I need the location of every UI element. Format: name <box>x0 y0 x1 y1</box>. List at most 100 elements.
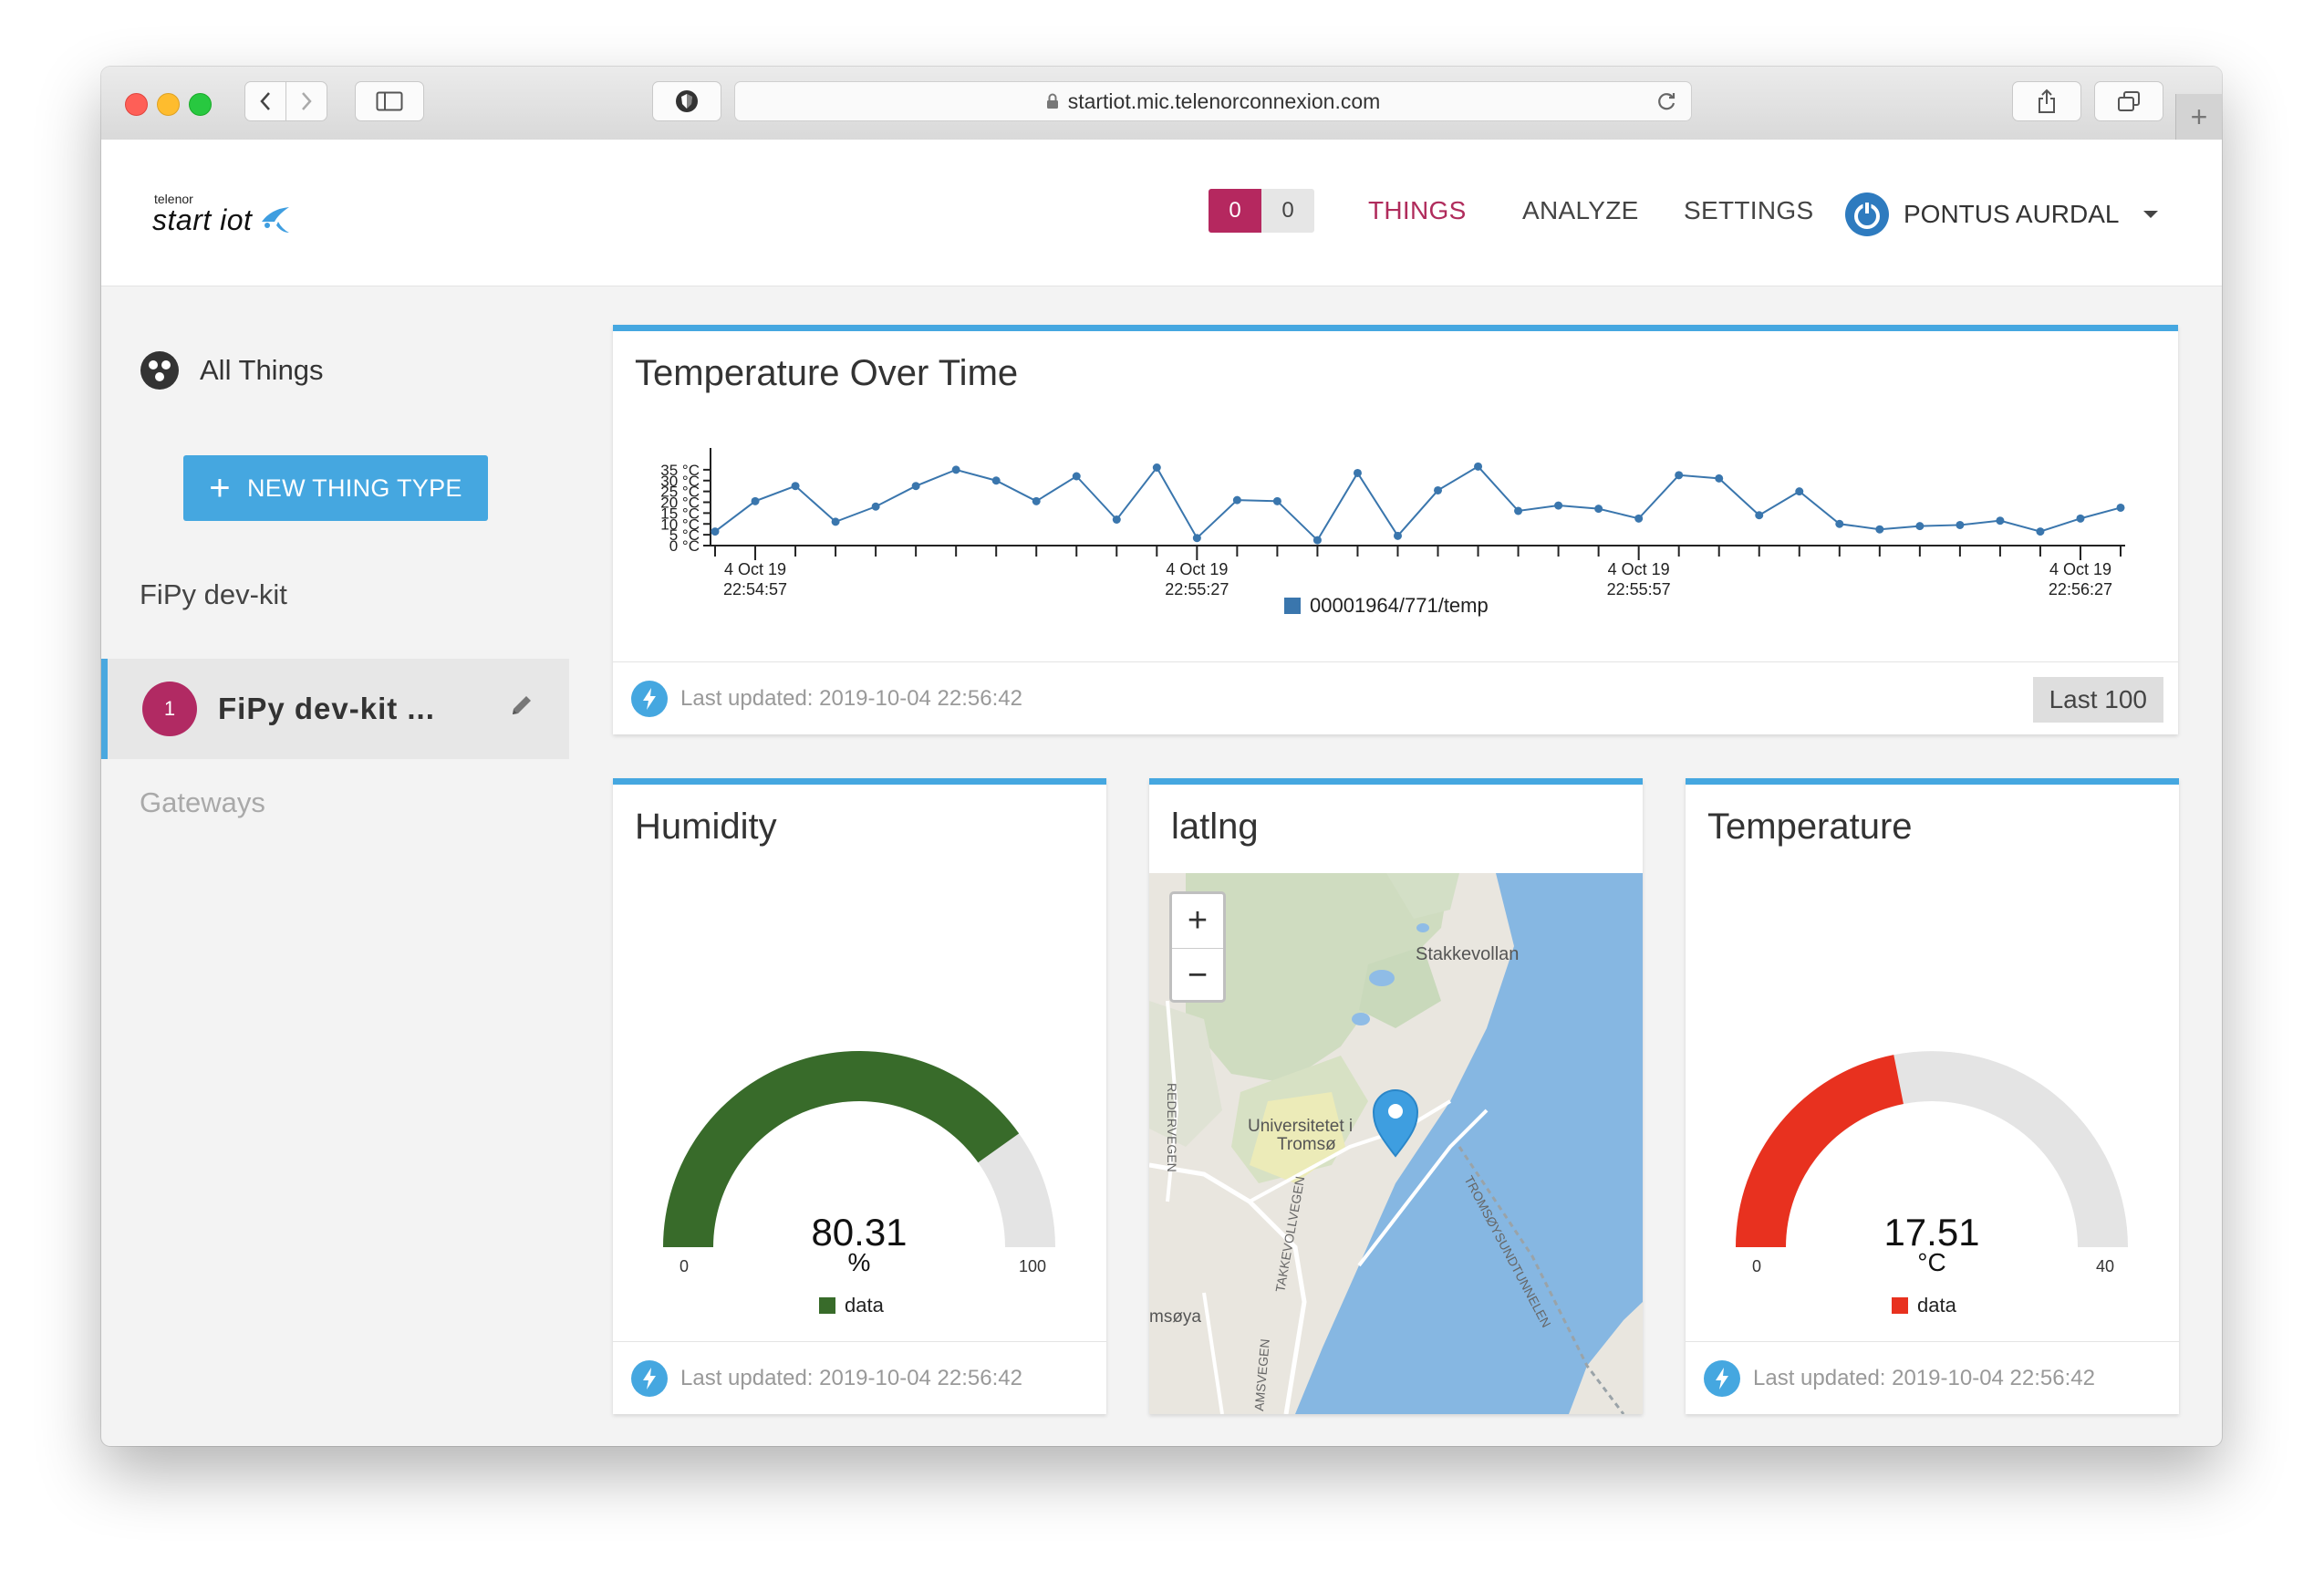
last-updated-text: Last updated: 2019-10-04 22:56:42 <box>680 685 1022 711</box>
chevron-right-icon <box>302 92 312 110</box>
data-point <box>1634 514 1644 523</box>
last-100-button[interactable]: Last 100 <box>2032 677 2163 723</box>
user-menu[interactable]: PONTUS AURDAL <box>1843 191 2160 238</box>
data-point <box>1312 536 1322 545</box>
sidebar-toggle-button[interactable] <box>355 81 424 121</box>
card-title: latlng <box>1171 807 1259 847</box>
nav-analyze[interactable]: ANALYZE <box>1522 196 1639 225</box>
temperature-line-chart[interactable]: 0 °C5 °C10 °C15 °C20 °C25 °C30 °C35 °C4 … <box>613 331 2178 661</box>
x-tick-label-date: 4 Oct 19 <box>724 560 786 578</box>
data-point <box>751 496 760 505</box>
chevron-left-icon <box>260 92 270 110</box>
series-line <box>714 465 2122 542</box>
zoom-in-button[interactable]: + <box>1172 894 1223 949</box>
data-point <box>1875 525 1884 534</box>
privacy-button[interactable] <box>652 81 721 121</box>
all-things-link[interactable]: All Things <box>140 350 324 390</box>
sidebar: All Things + NEW THING TYPE FiPy dev-kit… <box>101 286 576 1446</box>
lock-icon <box>1046 93 1058 109</box>
nav-settings[interactable]: SETTINGS <box>1684 196 1813 225</box>
minimize-window-button[interactable] <box>157 93 180 116</box>
reload-icon[interactable] <box>1655 89 1678 113</box>
pencil-icon[interactable] <box>509 692 534 718</box>
lightning-icon <box>631 680 668 717</box>
data-point <box>1835 519 1844 528</box>
plus-icon: + <box>2190 99 2208 133</box>
browser-toolbar: startiot.mic.telenorconnexion.com + <box>101 67 2222 141</box>
gateways-link[interactable]: Gateways <box>140 786 265 819</box>
last-updated-text: Last updated: 2019-10-04 22:56:42 <box>1753 1365 2095 1390</box>
card-footer: Last updated: 2019-10-04 22:56:42 Last 1… <box>613 661 2178 734</box>
data-point <box>1192 534 1201 543</box>
forward-button[interactable] <box>285 81 327 121</box>
data-point <box>2076 514 2085 523</box>
gauge-min-label: 0 <box>680 1257 689 1275</box>
data-point <box>1474 462 1483 471</box>
latlng-card: latlng Stakkevollan Universitetet i Trom… <box>1149 778 1643 1414</box>
map-label-university-line1: Universitetet i <box>1248 1117 1353 1136</box>
logo-product[interactable]: start iot <box>152 203 252 237</box>
legend-label: 00001964/771/temp <box>1310 594 1489 617</box>
data-point <box>1232 495 1241 505</box>
map-label-tromsoya: msøya <box>1149 1307 1201 1327</box>
app-header: telenor start iot 0 0 THINGS ANALYZE SET… <box>101 140 2222 286</box>
x-tick-label-time: 22:55:57 <box>1607 580 1671 598</box>
humidity-gauge: 80.31% 0 100 data <box>663 1051 1055 1317</box>
gauge-legend-swatch <box>819 1297 835 1314</box>
data-point <box>1152 463 1161 472</box>
x-tick-label-time: 22:55:27 <box>1165 580 1229 598</box>
x-tick-label-date: 4 Oct 19 <box>1608 560 1670 578</box>
gauge-max-label: 100 <box>1019 1257 1046 1275</box>
gauge-legend-swatch <box>1892 1297 1908 1314</box>
zoom-control: + − <box>1169 891 1226 1003</box>
data-point <box>711 527 720 536</box>
gauge-legend-label: data <box>845 1294 885 1317</box>
new-thing-type-button[interactable]: + NEW THING TYPE <box>183 455 488 521</box>
sidebar-icon <box>376 91 403 111</box>
gauge-legend-label: data <box>1917 1294 1957 1317</box>
data-point <box>831 517 840 526</box>
zoom-window-button[interactable] <box>189 93 212 116</box>
last-updated-text: Last updated: 2019-10-04 22:56:42 <box>680 1365 1022 1390</box>
data-point <box>1112 515 1121 524</box>
sidebar-item-fipy[interactable]: 1 FiPy dev-kit ... <box>101 659 569 759</box>
address-bar[interactable]: startiot.mic.telenorconnexion.com <box>734 81 1692 121</box>
gauge-value: 17.51 <box>1883 1211 1979 1254</box>
data-point <box>1795 487 1804 496</box>
data-point <box>911 482 920 491</box>
map-label-redervegen: REDERVEGEN <box>1165 1083 1179 1172</box>
humidity-card: Humidity 80.31% 0 100 data Last updated: 20… <box>613 778 1106 1414</box>
zoom-out-button[interactable]: − <box>1172 949 1223 1003</box>
data-point <box>991 476 1001 485</box>
x-tick-label-time: 22:56:27 <box>2049 580 2112 598</box>
alert-count: 0 <box>1209 189 1261 233</box>
x-tick-label-time: 22:54:57 <box>723 580 787 598</box>
temperature-gauge: 17.51°C 0 40 data <box>1736 1051 2128 1317</box>
notification-counter[interactable]: 0 0 <box>1209 189 1314 233</box>
shield-icon <box>676 90 698 112</box>
lightning-icon <box>1704 1359 1740 1397</box>
data-point <box>1675 471 1684 480</box>
new-thing-type-label: NEW THING TYPE <box>246 474 462 502</box>
map-view[interactable]: Stakkevollan Universitetet i Tromsø REDE… <box>1149 873 1643 1414</box>
data-point <box>871 502 880 511</box>
data-point <box>1594 505 1603 514</box>
share-icon <box>2039 88 2055 113</box>
thing-type-heading: FiPy dev-kit <box>140 578 287 610</box>
data-point <box>1715 474 1724 483</box>
share-button[interactable] <box>2012 81 2081 121</box>
back-button[interactable] <box>244 81 286 121</box>
map-label-university-line2: Tromsø <box>1277 1135 1336 1154</box>
card-footer: Last updated: 2019-10-04 22:56:42 <box>613 1341 1106 1414</box>
new-tab-button[interactable]: + <box>2175 94 2222 140</box>
data-point <box>1956 520 1965 529</box>
nav-things[interactable]: THINGS <box>1368 196 1467 225</box>
close-window-button[interactable] <box>125 93 148 116</box>
x-tick-label-date: 4 Oct 19 <box>2049 560 2111 578</box>
data-point <box>2036 527 2045 536</box>
data-point <box>1755 511 1764 520</box>
tabs-overview-button[interactable] <box>2094 81 2163 121</box>
data-point <box>1554 501 1563 510</box>
all-things-icon <box>140 351 179 390</box>
data-point <box>2116 503 2125 512</box>
